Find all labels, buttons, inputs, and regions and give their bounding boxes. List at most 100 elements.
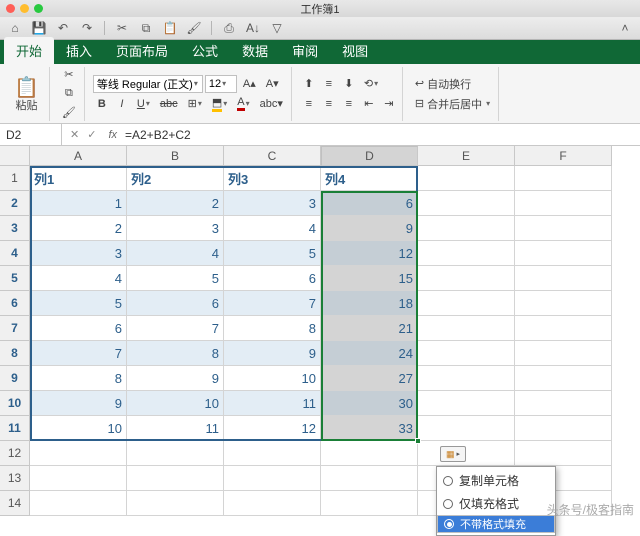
cell[interactable]: 11 [127, 416, 224, 441]
cell[interactable] [515, 341, 612, 366]
cut-button[interactable]: ✂ [58, 66, 80, 83]
cell[interactable] [418, 216, 515, 241]
cell[interactable]: 33 [321, 416, 418, 441]
cell[interactable] [515, 366, 612, 391]
row-header[interactable]: 3 [0, 216, 30, 241]
paste-icon[interactable]: 📋 [163, 21, 177, 35]
tab-layout[interactable]: 页面布局 [104, 37, 180, 64]
italic-button[interactable]: I [113, 95, 131, 113]
accept-formula-icon[interactable]: ✓ [87, 128, 96, 141]
cell[interactable]: 列4 [321, 166, 418, 191]
autofill-copy-cells[interactable]: 复制单元格 [437, 469, 555, 492]
cell[interactable] [127, 441, 224, 466]
home-icon[interactable]: ⌂ [8, 21, 22, 35]
cell[interactable] [30, 466, 127, 491]
row-header[interactable]: 8 [0, 341, 30, 366]
cell[interactable]: 7 [224, 291, 321, 316]
cell[interactable]: 7 [30, 341, 127, 366]
cell[interactable] [418, 316, 515, 341]
cell[interactable] [30, 491, 127, 516]
cell[interactable] [127, 466, 224, 491]
close-icon[interactable] [6, 4, 15, 13]
cancel-formula-icon[interactable]: ✕ [70, 128, 79, 141]
cell[interactable] [30, 441, 127, 466]
cell[interactable] [321, 466, 418, 491]
select-all-corner[interactable] [0, 146, 30, 166]
row-header[interactable]: 12 [0, 441, 30, 466]
cell[interactable] [321, 491, 418, 516]
font-color-button[interactable]: A▾ [233, 95, 253, 113]
cell[interactable]: 6 [127, 291, 224, 316]
save-icon[interactable]: 💾 [32, 21, 46, 35]
row-header[interactable]: 4 [0, 241, 30, 266]
cell[interactable]: 8 [127, 341, 224, 366]
row-header[interactable]: 6 [0, 291, 30, 316]
cell[interactable] [418, 441, 515, 466]
row-header[interactable]: 14 [0, 491, 30, 516]
cell[interactable]: 3 [30, 241, 127, 266]
cell[interactable] [515, 291, 612, 316]
row-header[interactable]: 7 [0, 316, 30, 341]
cell[interactable]: 8 [224, 316, 321, 341]
cell[interactable] [418, 366, 515, 391]
cell[interactable]: 2 [30, 216, 127, 241]
cell[interactable]: 10 [224, 366, 321, 391]
tab-data[interactable]: 数据 [230, 37, 280, 64]
cell[interactable] [515, 316, 612, 341]
cell[interactable]: 7 [127, 316, 224, 341]
cell[interactable]: 9 [224, 341, 321, 366]
cell[interactable]: 10 [127, 391, 224, 416]
cell[interactable] [224, 466, 321, 491]
undo-icon[interactable]: ↶ [56, 21, 70, 35]
cell[interactable]: 9 [30, 391, 127, 416]
cell[interactable]: 11 [224, 391, 321, 416]
format-painter-button[interactable]: 🖌 [58, 104, 80, 121]
cell[interactable]: 30 [321, 391, 418, 416]
align-right-button[interactable]: ≡ [340, 95, 358, 113]
autofill-no-format[interactable]: 不带格式填充 [437, 515, 555, 533]
cell[interactable] [515, 416, 612, 441]
maximize-icon[interactable] [34, 4, 43, 13]
size-select[interactable]: 12▾ [205, 75, 237, 93]
cell[interactable] [418, 166, 515, 191]
wrap-text-button[interactable]: ↩自动换行 [411, 75, 494, 93]
col-header-e[interactable]: E [418, 146, 515, 166]
cell[interactable] [418, 241, 515, 266]
col-header-c[interactable]: C [224, 146, 321, 166]
align-center-button[interactable]: ≡ [320, 95, 338, 113]
cell[interactable] [418, 416, 515, 441]
decrease-indent-button[interactable]: ⇤ [360, 95, 378, 113]
row-header[interactable]: 2 [0, 191, 30, 216]
copy-button[interactable]: ⧉ [58, 85, 80, 102]
tab-home[interactable]: 开始 [4, 37, 54, 64]
redo-icon[interactable]: ↷ [80, 21, 94, 35]
font-select[interactable]: 等线 Regular (正文)▾ [93, 75, 203, 93]
cell[interactable] [418, 341, 515, 366]
col-header-f[interactable]: F [515, 146, 612, 166]
align-top-button[interactable]: ⬆ [300, 75, 318, 93]
print-icon[interactable]: ⎙ [222, 21, 236, 35]
cell[interactable]: 6 [224, 266, 321, 291]
cell[interactable]: 15 [321, 266, 418, 291]
fill-color-button[interactable]: ⬒▾ [208, 95, 231, 113]
cell[interactable]: 1 [30, 191, 127, 216]
paste-button[interactable]: 📋 粘贴 [8, 73, 45, 115]
cell[interactable]: 5 [30, 291, 127, 316]
cut-icon[interactable]: ✂ [115, 21, 129, 35]
decrease-font-button[interactable]: A▾ [262, 75, 283, 93]
border-button[interactable]: ⊞▾ [184, 95, 206, 113]
cell[interactable]: 5 [224, 241, 321, 266]
cell[interactable]: 3 [224, 191, 321, 216]
cell[interactable] [515, 166, 612, 191]
cell[interactable]: 24 [321, 341, 418, 366]
fx-icon[interactable]: fx [104, 129, 121, 141]
cell[interactable] [127, 491, 224, 516]
fill-handle[interactable] [415, 438, 421, 444]
cell[interactable]: 9 [127, 366, 224, 391]
cell[interactable]: 10 [30, 416, 127, 441]
cell[interactable] [321, 441, 418, 466]
row-header[interactable]: 11 [0, 416, 30, 441]
cell[interactable] [418, 191, 515, 216]
cell[interactable]: 5 [127, 266, 224, 291]
align-bottom-button[interactable]: ⬇ [340, 75, 358, 93]
